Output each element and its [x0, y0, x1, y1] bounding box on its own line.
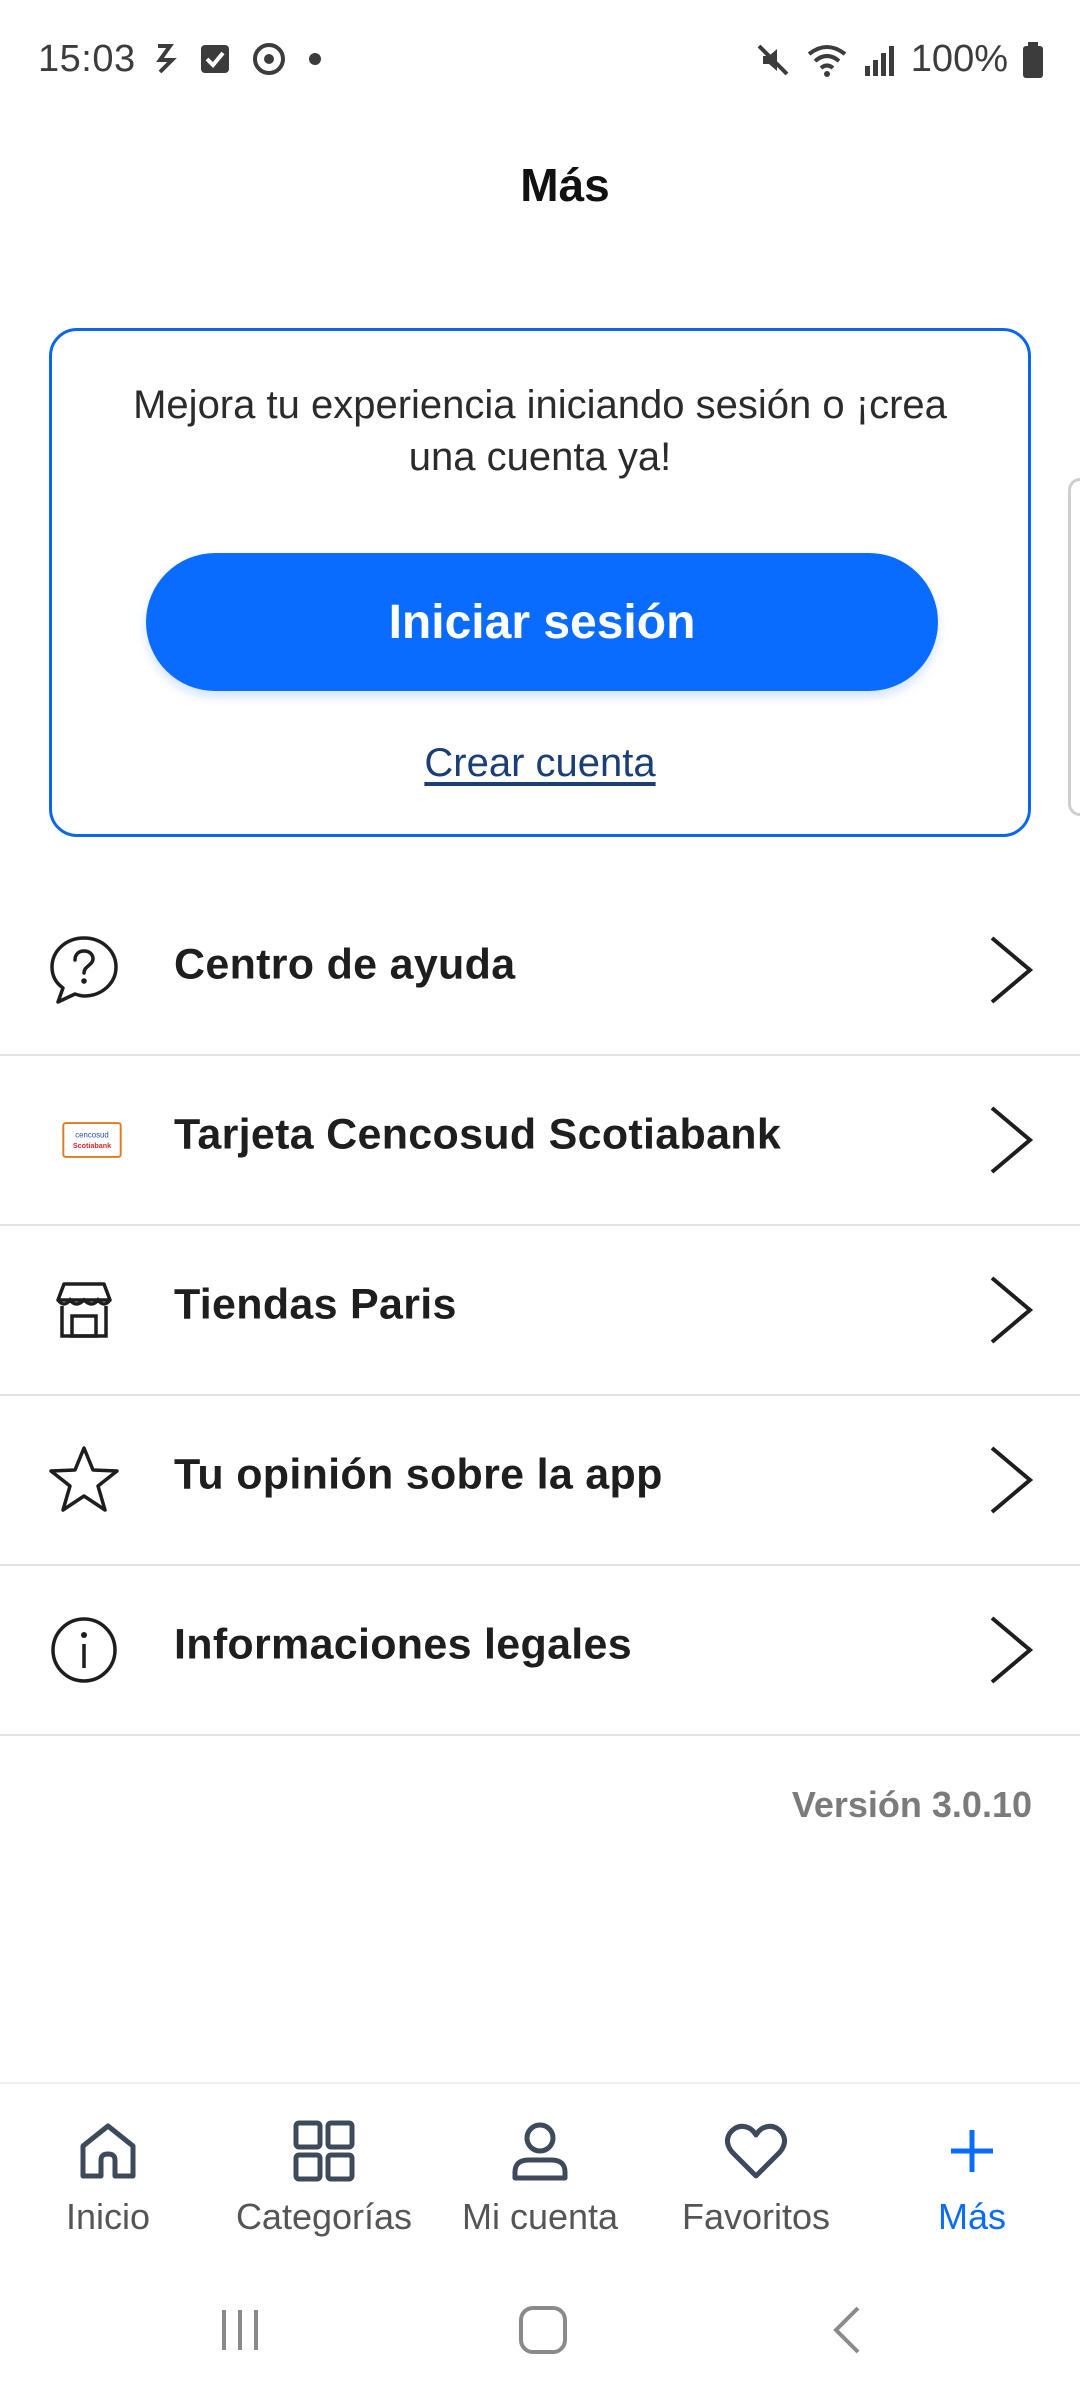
nav-item-categories[interactable]: Categorías: [216, 2084, 432, 2274]
nav-label: Categorías: [235, 2196, 413, 2237]
menu-item-label: Centro de ayuda: [174, 940, 516, 989]
app-version: Versión 3.0.10: [791, 1784, 1032, 1825]
status-bar: 15:03 100%: [0, 0, 1080, 120]
menu-item-label: Tu opinión sobre la app: [174, 1450, 663, 1499]
recent-apps-icon[interactable]: [210, 2300, 270, 2360]
chevron-right-icon: [990, 1446, 1034, 1514]
card-logo-top: cencosud: [75, 1130, 108, 1139]
menu-item-help-center[interactable]: Centro de ayuda: [0, 886, 1080, 1056]
system-status-icons: 100%: [755, 38, 1044, 81]
system-nav-bar: [0, 2272, 1080, 2400]
star-icon: [46, 1442, 122, 1518]
target-notification-icon: [253, 43, 285, 75]
nav-item-more[interactable]: Más: [864, 2084, 1080, 2274]
status-time: 15:03: [38, 38, 136, 80]
help-chat-icon: [46, 932, 122, 1008]
home-icon: [80, 2123, 136, 2179]
cencosud-scotiabank-card-icon: cencosud Scotiabank: [46, 1102, 122, 1178]
wifi-icon: [807, 44, 847, 77]
login-button[interactable]: Iniciar sesión: [146, 553, 938, 691]
page-title: Más: [520, 159, 610, 211]
plus-icon: [951, 2130, 993, 2172]
sync-icon: [156, 44, 177, 74]
back-icon[interactable]: [818, 2300, 878, 2360]
heart-icon: [724, 2123, 788, 2179]
edge-panel-handle[interactable]: [1068, 478, 1080, 816]
mute-icon: [757, 44, 789, 75]
menu-item-cencosud-card[interactable]: cencosud Scotiabank Tarjeta Cencosud Sco…: [0, 1056, 1080, 1226]
login-card: Mejora tu experiencia iniciando sesión o…: [49, 328, 1031, 837]
notification-icons: [152, 42, 322, 76]
create-account-link[interactable]: Crear cuenta: [52, 741, 1028, 786]
store-icon: [46, 1272, 122, 1348]
battery-icon: [1023, 41, 1043, 78]
nav-item-account[interactable]: Mi cuenta: [432, 2084, 648, 2274]
menu-list: Centro de ayuda cencosud Scotiabank Tarj…: [0, 886, 1080, 1736]
info-icon: [46, 1612, 122, 1688]
grid-icon: [293, 2120, 355, 2182]
menu-item-label: Tarjeta Cencosud Scotiabank: [174, 1110, 782, 1159]
checkbox-notification-icon: [201, 45, 229, 73]
menu-item-legal-info[interactable]: Informaciones legales: [0, 1566, 1080, 1736]
nav-item-home[interactable]: Inicio: [0, 2084, 216, 2274]
dot-icon: [309, 53, 321, 65]
battery-percent: 100%: [910, 38, 1008, 80]
signal-icon: [864, 45, 894, 76]
nav-label: Favoritos: [681, 2196, 831, 2237]
home-button-icon[interactable]: [513, 2300, 573, 2360]
nav-label: Inicio: [65, 2196, 151, 2237]
menu-item-label: Tiendas Paris: [174, 1280, 457, 1329]
menu-item-app-feedback[interactable]: Tu opinión sobre la app: [0, 1396, 1080, 1566]
chevron-right-icon: [990, 1106, 1034, 1174]
login-message: Mejora tu experiencia iniciando sesión o…: [133, 383, 947, 479]
bottom-nav: Inicio Categorías Mi cuenta Favoritos Má…: [0, 2082, 1080, 2272]
user-icon: [512, 2122, 568, 2181]
chevron-right-icon: [990, 1276, 1034, 1344]
chevron-right-icon: [990, 936, 1034, 1004]
menu-item-label: Informaciones legales: [174, 1620, 632, 1669]
menu-item-stores[interactable]: Tiendas Paris: [0, 1226, 1080, 1396]
nav-label: Más: [937, 2196, 1006, 2237]
nav-item-favorites[interactable]: Favoritos: [648, 2084, 864, 2274]
chevron-right-icon: [990, 1616, 1034, 1684]
card-logo-bottom: Scotiabank: [73, 1142, 111, 1150]
nav-label: Mi cuenta: [461, 2196, 619, 2237]
